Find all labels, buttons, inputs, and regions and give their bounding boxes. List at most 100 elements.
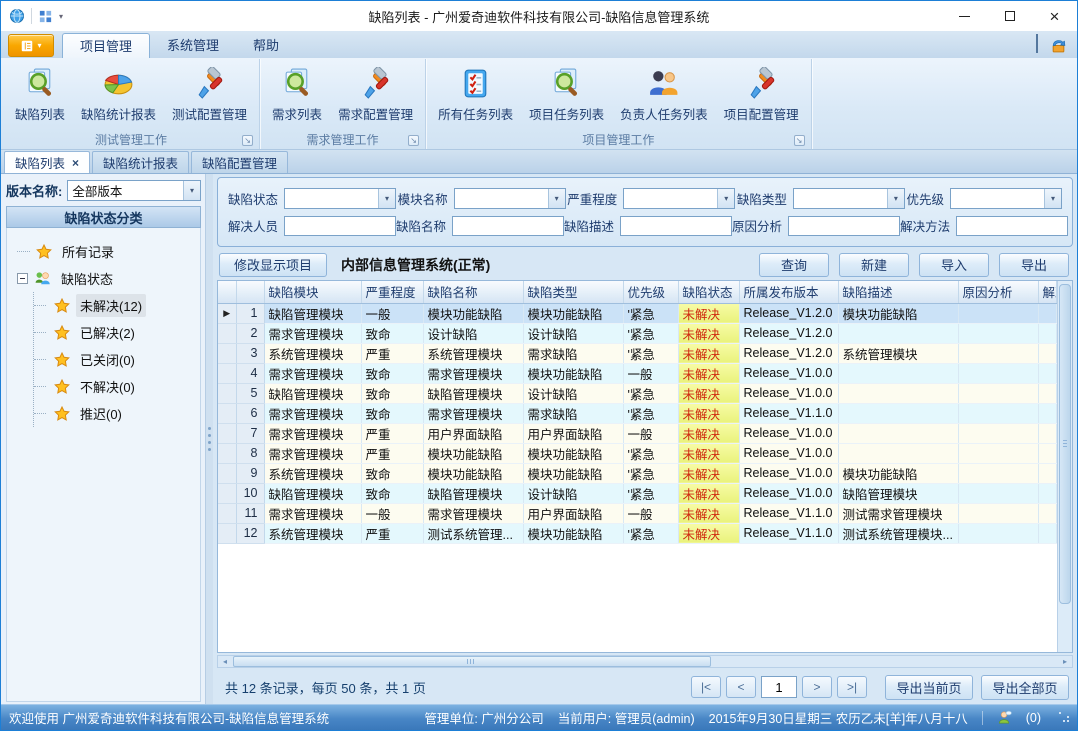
action-button-export[interactable]: 导出 — [999, 253, 1069, 277]
ribbon-tab-help[interactable]: 帮助 — [236, 33, 296, 58]
cell-release-version[interactable]: Release_V1.0.0 — [739, 463, 838, 483]
cell-solution[interactable] — [1038, 463, 1057, 483]
cell-defect-status[interactable]: 未解决 — [678, 443, 739, 463]
cell-defect-type[interactable]: 设计缺陷 — [523, 323, 623, 343]
cell-solution[interactable] — [1038, 383, 1057, 403]
filter-module-name-combo[interactable]: ▾ — [454, 188, 566, 209]
cell-release-version[interactable]: Release_V1.1.0 — [739, 403, 838, 423]
cell-priority[interactable]: '紧急 — [623, 323, 678, 343]
maximize-button[interactable] — [987, 2, 1032, 31]
ribbon-button-defect-stats-report[interactable]: 缺陷统计报表 — [74, 63, 163, 127]
cell-cause-analysis[interactable] — [958, 423, 1038, 443]
horizontal-scrollbar[interactable]: ◂ ▸ — [217, 655, 1073, 668]
prev-page-button[interactable]: < — [726, 676, 756, 698]
collapse-icon[interactable] — [17, 273, 28, 284]
splitter[interactable] — [206, 174, 213, 704]
vertical-scrollbar[interactable] — [1057, 281, 1072, 652]
action-button-import[interactable]: 导入 — [919, 253, 989, 277]
ribbon-tab-project-mgmt[interactable]: 项目管理 — [62, 33, 150, 58]
cell-defect-status[interactable]: 未解决 — [678, 483, 739, 503]
cell-solution[interactable] — [1038, 343, 1057, 363]
column-header-solution[interactable]: 解决方法 — [1038, 281, 1057, 303]
cell-cause-analysis[interactable] — [958, 483, 1038, 503]
chevron-down-icon[interactable]: ▾ — [887, 189, 904, 208]
ribbon-button-req-list[interactable]: 需求列表 — [265, 63, 329, 127]
cell-solution[interactable] — [1038, 403, 1057, 423]
cell-solution[interactable] — [1038, 443, 1057, 463]
cell-severity[interactable]: 致命 — [361, 463, 423, 483]
cell-priority[interactable]: 一般 — [623, 363, 678, 383]
next-page-button[interactable]: > — [802, 676, 832, 698]
chevron-down-icon[interactable]: ▾ — [717, 189, 734, 208]
ribbon-tab-system-mgmt[interactable]: 系统管理 — [150, 33, 236, 58]
cell-cause-analysis[interactable] — [958, 363, 1038, 383]
cell-defect-module[interactable]: 需求管理模块 — [264, 423, 361, 443]
cell-defect-name[interactable]: 需求管理模块 — [423, 503, 523, 523]
cell-defect-module[interactable]: 系统管理模块 — [264, 523, 361, 543]
last-page-button[interactable]: >| — [837, 676, 867, 698]
cell-defect-module[interactable]: 需求管理模块 — [264, 403, 361, 423]
cell-defect-desc[interactable]: 系统管理模块 — [838, 343, 958, 363]
help-icon[interactable] — [1050, 37, 1067, 54]
cell-cause-analysis[interactable] — [958, 303, 1038, 323]
cell-defect-module[interactable]: 需求管理模块 — [264, 503, 361, 523]
cell-defect-type[interactable]: 模块功能缺陷 — [523, 363, 623, 383]
cell-severity[interactable]: 严重 — [361, 443, 423, 463]
cell-defect-status[interactable]: 未解决 — [678, 363, 739, 383]
cell-defect-name[interactable]: 需求管理模块 — [423, 403, 523, 423]
chevron-down-icon[interactable]: ▾ — [183, 181, 200, 200]
cell-priority[interactable]: '紧急 — [623, 383, 678, 403]
ribbon-button-owner-tasks-list[interactable]: 负责人任务列表 — [613, 63, 715, 127]
cell-defect-type[interactable]: 模块功能缺陷 — [523, 443, 623, 463]
cell-severity[interactable]: 严重 — [361, 343, 423, 363]
cell-cause-analysis[interactable] — [958, 343, 1038, 363]
cell-solution[interactable] — [1038, 523, 1057, 543]
cell-defect-desc[interactable]: 缺陷管理模块 — [838, 483, 958, 503]
chevron-down-icon[interactable]: ▾ — [378, 189, 395, 208]
cell-release-version[interactable]: Release_V1.0.0 — [739, 483, 838, 503]
cell-solution[interactable] — [1038, 483, 1057, 503]
cell-release-version[interactable]: Release_V1.2.0 — [739, 303, 838, 323]
filter-defect-status-combo[interactable]: ▾ — [284, 188, 396, 209]
cell-priority[interactable]: '紧急 — [623, 443, 678, 463]
version-combo[interactable]: 全部版本 ▾ — [67, 180, 201, 201]
ribbon-button-req-config-mgmt[interactable]: 需求配置管理 — [331, 63, 420, 127]
cell-defect-type[interactable]: 设计缺陷 — [523, 383, 623, 403]
tiles-icon[interactable] — [38, 9, 53, 24]
cell-defect-desc[interactable] — [838, 403, 958, 423]
cell-severity[interactable]: 一般 — [361, 503, 423, 523]
cell-defect-name[interactable]: 需求管理模块 — [423, 363, 523, 383]
close-tab-icon[interactable]: × — [72, 156, 79, 170]
cell-defect-name[interactable]: 测试系统管理... — [423, 523, 523, 543]
column-header-defect-status[interactable]: 缺陷状态 — [678, 281, 739, 303]
cell-defect-type[interactable]: 设计缺陷 — [523, 483, 623, 503]
tree-item-wont-fix[interactable]: 不解决(0) — [34, 373, 198, 400]
ribbon-button-test-config-mgmt[interactable]: 测试配置管理 — [165, 63, 254, 127]
resize-grip-icon[interactable] — [1059, 712, 1071, 724]
scrollbar-thumb[interactable] — [233, 656, 711, 667]
filter-defect-desc-input[interactable] — [620, 216, 732, 236]
cell-defect-name[interactable]: 缺陷管理模块 — [423, 383, 523, 403]
cell-solution[interactable] — [1038, 363, 1057, 383]
filter-severity-combo[interactable]: ▾ — [623, 188, 735, 209]
cell-release-version[interactable]: Release_V1.2.0 — [739, 343, 838, 363]
cell-defect-desc[interactable] — [838, 383, 958, 403]
cell-release-version[interactable]: Release_V1.0.0 — [739, 423, 838, 443]
cell-severity[interactable]: 致命 — [361, 323, 423, 343]
cell-defect-status[interactable]: 未解决 — [678, 323, 739, 343]
doc-tab-defect-config-mgmt[interactable]: 缺陷配置管理 — [191, 151, 288, 173]
cell-defect-desc[interactable]: 测试需求管理模块 — [838, 503, 958, 523]
export-all-pages-button[interactable]: 导出全部页 — [981, 675, 1069, 700]
cell-release-version[interactable]: Release_V1.2.0 — [739, 323, 838, 343]
cell-cause-analysis[interactable] — [958, 523, 1038, 543]
cell-solution[interactable] — [1038, 503, 1057, 523]
cell-solution[interactable] — [1038, 303, 1057, 323]
cell-defect-desc[interactable] — [838, 423, 958, 443]
dialog-launcher-icon[interactable]: ↘ — [794, 135, 805, 146]
column-header-defect-module[interactable]: 缺陷模块 — [264, 281, 361, 303]
cell-defect-module[interactable]: 需求管理模块 — [264, 443, 361, 463]
cell-defect-status[interactable]: 未解决 — [678, 423, 739, 443]
cell-release-version[interactable]: Release_V1.0.0 — [739, 383, 838, 403]
dialog-launcher-icon[interactable]: ↘ — [408, 135, 419, 146]
filter-defect-name-input[interactable] — [452, 216, 564, 236]
